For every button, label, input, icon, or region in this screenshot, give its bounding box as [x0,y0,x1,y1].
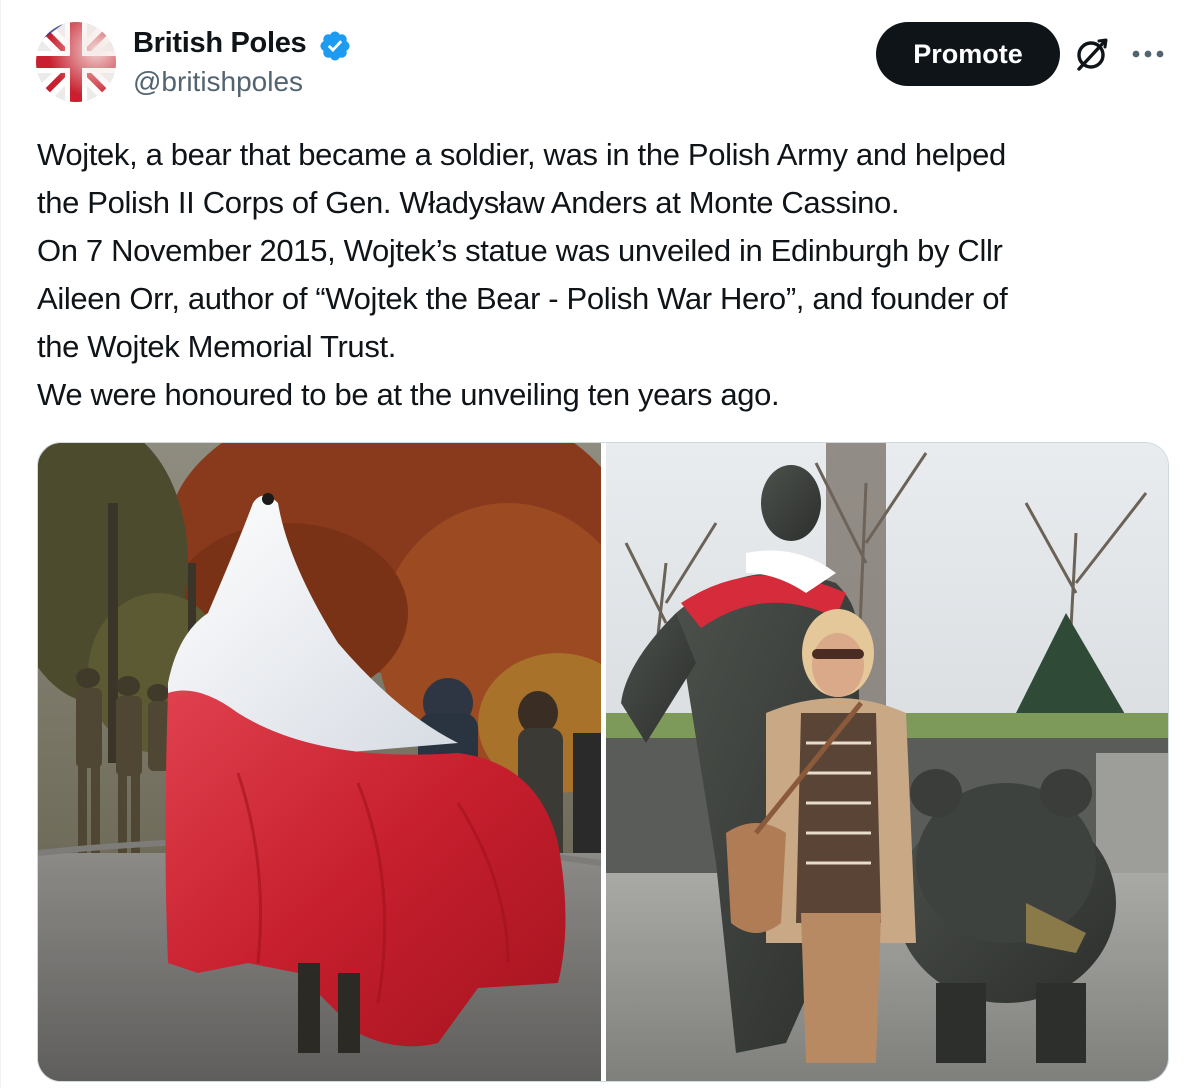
avatar[interactable] [36,22,116,102]
union-jack-icon [36,22,116,102]
media-grid [37,442,1169,1082]
more-horizontal-icon[interactable] [1128,40,1168,68]
tweet-text-line: Aileen Orr, author of “Wojtek the Bear -… [37,281,1008,316]
tweet-text-line: the Wojtek Memorial Trust. [37,329,396,364]
tweet-text-line: We were honoured to be at the unveiling … [37,377,780,412]
photo-woman-with-statue[interactable] [606,443,1168,1081]
woman-with-wojtek-statue-photo [606,443,1168,1081]
author-handle[interactable]: @britishpoles [133,65,303,99]
grok-icon[interactable] [1072,36,1110,74]
verified-badge-icon[interactable] [318,29,352,63]
divider [0,0,1,1088]
tweet-text-line: On 7 November 2015, Wojtek’s statue was … [37,233,1003,268]
tweet-text-line: the Polish II Corps of Gen. Władysław An… [37,185,900,220]
author-display-name[interactable]: British Poles [133,25,307,61]
promote-button[interactable]: Promote [876,22,1060,86]
tweet-card: British Poles @britishpoles Promote Wojt… [0,0,1200,1088]
statue-veiled-in-polish-flag-photo [38,443,601,1081]
tweet-text-line: Wojtek, a bear that became a soldier, wa… [37,137,1006,172]
tweet-text: Wojtek, a bear that became a soldier, wa… [37,131,1177,419]
photo-veiled-statue[interactable] [38,443,601,1081]
